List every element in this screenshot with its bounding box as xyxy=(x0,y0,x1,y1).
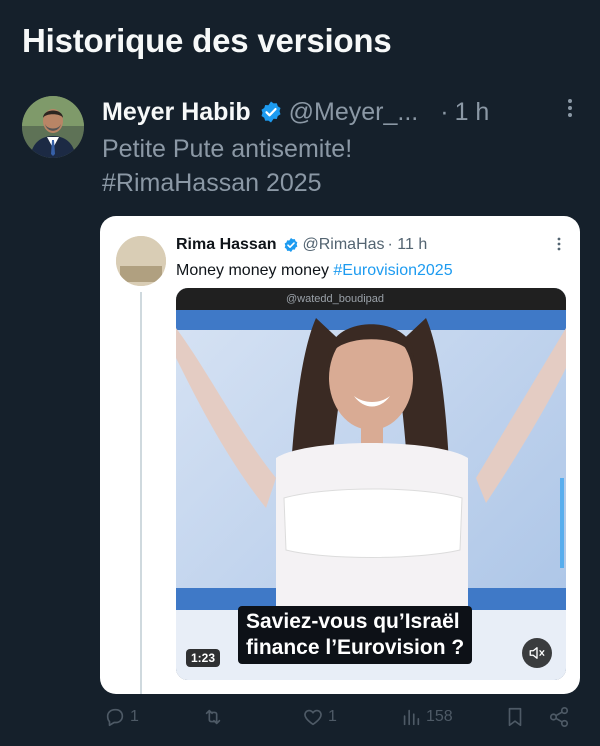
quoted-post-header: Rima Hassan @RimaHas · 11 h xyxy=(176,236,427,254)
views-button[interactable]: 158 xyxy=(400,706,453,728)
post-text-line: Petite Pute antisemite! xyxy=(102,135,353,163)
share-button[interactable] xyxy=(548,706,570,728)
like-count: 1 xyxy=(328,708,337,725)
quoted-author-handle[interactable]: @RimaHas xyxy=(303,236,385,254)
heart-icon xyxy=(304,709,322,726)
reply-icon xyxy=(106,708,124,727)
thread-line xyxy=(140,292,142,694)
author-handle[interactable]: @Meyer_... xyxy=(289,98,419,127)
mute-toggle[interactable] xyxy=(522,638,552,668)
video-player[interactable]: @watedd_boudipad Saviez-vous qu’Israël f… xyxy=(176,288,566,680)
views-count: 158 xyxy=(426,708,453,725)
video-caption: Saviez-vous qu’Israël finance l’Eurovisi… xyxy=(238,606,473,664)
share-icon xyxy=(549,707,569,727)
caption-line: finance l’Eurovision ? xyxy=(246,636,465,659)
bookmark-button[interactable] xyxy=(504,706,526,728)
quoted-author-name[interactable]: Rima Hassan xyxy=(176,236,277,254)
verified-badge-icon xyxy=(259,100,283,124)
post-timestamp[interactable]: 1 h xyxy=(455,98,490,127)
post-actions: 1 1 158 xyxy=(0,706,600,736)
avatar-photo xyxy=(22,96,84,158)
more-vertical-icon[interactable] xyxy=(556,236,562,257)
reply-count: 1 xyxy=(130,708,139,725)
post-header: Meyer Habib @Meyer_... · 1 h xyxy=(102,96,582,128)
more-vertical-icon[interactable] xyxy=(566,96,574,127)
bookmark-icon xyxy=(508,707,522,727)
caption-line: Saviez-vous qu’Israël xyxy=(246,610,460,633)
retweet-icon xyxy=(205,709,221,725)
like-button[interactable]: 1 xyxy=(302,706,337,728)
quoted-author-avatar[interactable] xyxy=(116,236,166,286)
quoted-post-text: Money money money #Eurovision2025 xyxy=(176,262,453,280)
author-name[interactable]: Meyer Habib xyxy=(102,98,251,127)
post-text: Petite Pute antisemite! #RimaHassan 2025 xyxy=(102,132,572,200)
video-watermark: @watedd_boudipad xyxy=(286,293,384,305)
video-duration: 1:23 xyxy=(186,649,221,667)
quoted-avatar-image xyxy=(116,236,166,286)
retweet-button[interactable] xyxy=(202,706,228,728)
hashtag-link[interactable]: #Eurovision2025 xyxy=(333,262,452,279)
verified-badge-icon xyxy=(283,237,299,253)
quoted-post-timestamp[interactable]: · 11 h xyxy=(388,236,428,254)
author-avatar[interactable] xyxy=(22,96,84,158)
post-hashtag-line[interactable]: #RimaHassan 2025 xyxy=(102,166,572,200)
quoted-text-plain: Money money money xyxy=(176,262,334,279)
page-title: Historique des versions xyxy=(22,22,392,59)
quoted-post-card[interactable]: Rima Hassan @RimaHas · 11 h Money money … xyxy=(100,216,580,694)
meta-separator: · xyxy=(440,97,449,126)
volume-muted-icon xyxy=(529,647,545,659)
reply-button[interactable]: 1 xyxy=(104,706,139,728)
views-chart-icon xyxy=(403,709,420,726)
